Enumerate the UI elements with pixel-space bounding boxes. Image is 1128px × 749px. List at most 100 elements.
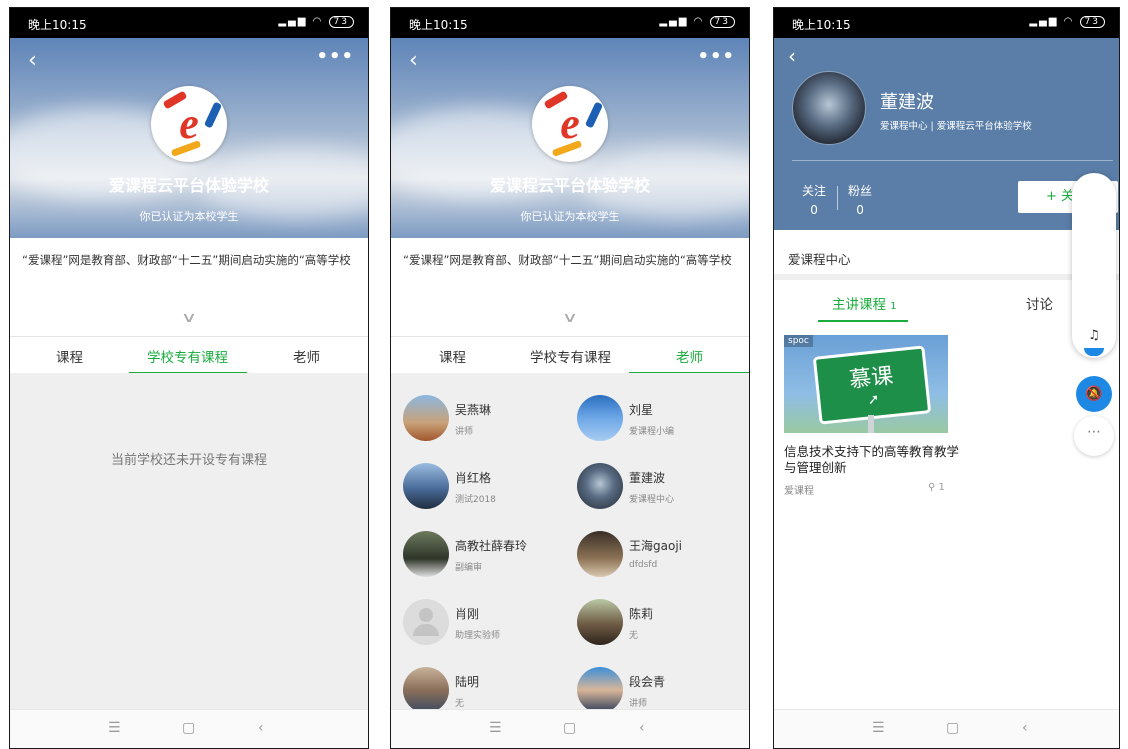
- organization-label: 爱课程中心: [788, 252, 851, 267]
- profile-name: 董建波: [880, 92, 934, 113]
- profile-header: ‹ 董建波 爱课程中心 | 爱课程云平台体验学校 关注 0 粉丝 0 + 关: [774, 38, 1119, 230]
- system-nav-bar: ☰ ▢ ‹: [10, 709, 368, 748]
- back-chevron-icon[interactable]: ‹: [788, 44, 796, 68]
- tab-teachers[interactable]: 老师: [293, 346, 320, 366]
- status-time: 晚上10:15: [28, 18, 87, 32]
- tab-courses[interactable]: 课程: [56, 346, 83, 366]
- signal-icon: ▂▄▆: [278, 16, 308, 27]
- school-intro: “爱课程”网是教育部、财政部“十二五”期间启动实施的“高等学校: [22, 253, 351, 267]
- status-bar: 晚上10:15 ▂▄▆ ◠ 73: [774, 8, 1119, 38]
- following-stat[interactable]: 关注 0: [802, 182, 826, 217]
- avatar: [403, 599, 449, 645]
- verification-status: 你已认证为本校学生: [139, 210, 239, 223]
- signal-icon: ▂▄▆: [659, 16, 689, 27]
- avatar: [577, 531, 623, 577]
- tab-bar: 课程 学校专有课程 老师: [10, 336, 368, 374]
- menu-icon[interactable]: ☰: [489, 720, 502, 736]
- course-title[interactable]: 信息技术支持下的高等教育教学与管理创新: [784, 444, 964, 476]
- nav-back-icon[interactable]: ‹: [639, 720, 645, 736]
- avatar: [577, 395, 623, 441]
- battery-icon: 73: [328, 16, 354, 28]
- fans-stat[interactable]: 粉丝 0: [848, 182, 872, 217]
- back-chevron-icon[interactable]: ‹: [28, 48, 37, 73]
- home-icon[interactable]: ▢: [563, 720, 576, 736]
- status-icons: ▂▄▆ ◠ 73: [659, 16, 735, 28]
- person-icon: ⚲: [928, 482, 936, 493]
- teacher-item[interactable]: 董建波 爱课程中心: [577, 463, 747, 519]
- organization-row[interactable]: 爱课程中心: [774, 240, 1119, 276]
- avatar: [577, 599, 623, 645]
- avatar: [577, 463, 623, 509]
- back-chevron-icon[interactable]: ‹: [409, 48, 418, 73]
- battery-icon: 73: [1079, 16, 1105, 28]
- avatar: [403, 395, 449, 441]
- more-options-icon[interactable]: ⋯: [1074, 416, 1114, 456]
- more-options-icon[interactable]: •••: [316, 46, 354, 67]
- divider: [837, 186, 838, 210]
- nav-back-icon[interactable]: ‹: [258, 720, 264, 736]
- bell-off-icon[interactable]: 🔕: [1076, 376, 1112, 412]
- avatar: [792, 71, 866, 145]
- course-provider: 爱课程: [784, 486, 814, 497]
- phone-school-exclusive-courses: 晚上10:15 ▂▄▆ ◠ 73 ‹ ••• e 爱课程云平台体验学校 你已认证…: [9, 7, 369, 749]
- avatar: [403, 531, 449, 577]
- learner-count: ⚲ 1: [928, 482, 945, 493]
- tab-bar: 课程 学校专有课程 老师: [391, 336, 749, 374]
- course-cover-image[interactable]: 慕课 ➚: [784, 335, 948, 433]
- status-time: 晚上10:15: [409, 18, 468, 32]
- school-logo: e: [151, 86, 227, 162]
- phone-teachers: 晚上10:15 ▂▄▆ ◠ 73 ‹ ••• e 爱课程云平台体验学校 你已认证…: [390, 7, 750, 749]
- nav-back-icon[interactable]: ‹: [1022, 720, 1028, 736]
- teacher-item[interactable]: 陈莉 无: [577, 599, 747, 655]
- profile-organization: 爱课程中心 | 爱课程云平台体验学校: [880, 121, 1032, 132]
- course-count: 1: [890, 301, 897, 312]
- tab-lectured-courses[interactable]: 主讲课程 1: [832, 293, 897, 313]
- teacher-list: 吴燕琳 讲师 刘星 爱课程小编 肖红格 测试2018 董建波 爱课程中心 高教社…: [391, 373, 749, 713]
- school-intro: “爱课程”网是教育部、财政部“十二五”期间启动实施的“高等学校: [403, 253, 732, 267]
- school-name: 爱课程云平台体验学校: [489, 176, 650, 195]
- teacher-item[interactable]: 吴燕琳 讲师: [403, 395, 573, 451]
- road-sign: 慕课 ➚: [812, 345, 932, 425]
- more-options-icon[interactable]: •••: [697, 46, 735, 67]
- empty-state-message: 当前学校还未开设专有课程: [110, 453, 267, 468]
- school-header: ‹ ••• e 爱课程云平台体验学校 你已认证为本校学生: [391, 38, 749, 238]
- teacher-item[interactable]: 王海gaoji dfdsfd: [577, 531, 747, 587]
- menu-icon[interactable]: ☰: [108, 720, 121, 736]
- system-nav-bar: ☰ ▢ ‹: [391, 709, 749, 748]
- divider: [792, 160, 1113, 161]
- content-area: 当前学校还未开设专有课程: [10, 373, 368, 710]
- tab-exclusive-courses[interactable]: 学校专有课程: [530, 346, 611, 366]
- tab-teachers[interactable]: 老师: [676, 346, 703, 366]
- section-separator: [774, 274, 1119, 280]
- verification-status: 你已认证为本校学生: [520, 210, 620, 223]
- tab-discussion[interactable]: 讨论: [1026, 293, 1053, 313]
- status-bar: 晚上10:15 ▂▄▆ ◠ 73: [391, 8, 749, 38]
- phone-teacher-profile: 晚上10:15 ▂▄▆ ◠ 73 ‹ 董建波 爱课程中心 | 爱课程云平台体验学…: [773, 7, 1120, 749]
- menu-icon[interactable]: ☰: [872, 720, 885, 736]
- school-logo: e: [532, 86, 608, 162]
- status-icons: ▂▄▆ ◠ 73: [1029, 16, 1105, 28]
- floating-toolbar: ♫: [1072, 173, 1116, 358]
- tab-exclusive-courses[interactable]: 学校专有课程: [147, 346, 228, 366]
- home-icon[interactable]: ▢: [182, 720, 195, 736]
- status-bar: 晚上10:15 ▂▄▆ ◠ 73: [10, 8, 368, 38]
- wifi-icon: ◠: [312, 16, 324, 27]
- teacher-item[interactable]: 刘星 爱课程小编: [577, 395, 747, 451]
- tab-courses[interactable]: 课程: [439, 346, 466, 366]
- music-icon[interactable]: ♫: [1072, 328, 1116, 343]
- avatar: [403, 667, 449, 713]
- home-icon[interactable]: ▢: [946, 720, 959, 736]
- teacher-item[interactable]: 肖红格 测试2018: [403, 463, 573, 519]
- teacher-item[interactable]: 高教社薛春玲 副编审: [403, 531, 573, 587]
- status-time: 晚上10:15: [792, 18, 851, 32]
- school-header: ‹ ••• e 爱课程云平台体验学校 你已认证为本校学生: [10, 38, 368, 238]
- chevron-down-icon[interactable]: ∨: [391, 310, 749, 326]
- signal-icon: ▂▄▆: [1029, 16, 1059, 27]
- chevron-down-icon[interactable]: ∨: [10, 310, 368, 326]
- wifi-icon: ◠: [693, 16, 705, 27]
- spoc-badge: spoc: [784, 335, 813, 347]
- active-tab-indicator: [818, 320, 908, 322]
- wifi-icon: ◠: [1063, 16, 1075, 27]
- teacher-item[interactable]: 肖刚 助理实验师: [403, 599, 573, 655]
- status-icons: ▂▄▆ ◠ 73: [278, 16, 354, 28]
